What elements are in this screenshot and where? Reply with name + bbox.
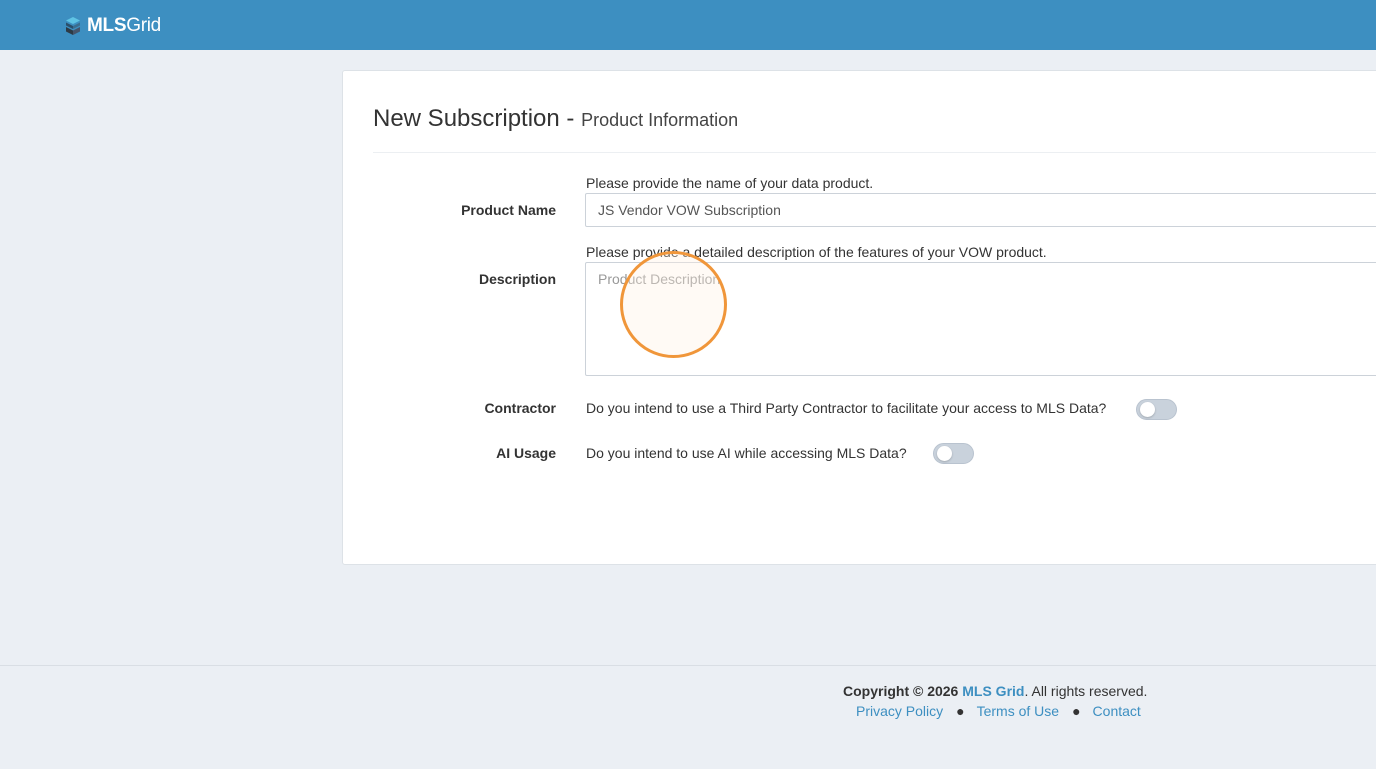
- mls-grid-link[interactable]: MLS Grid: [962, 683, 1024, 699]
- mlsgrid-logo[interactable]: MLSGrid: [64, 15, 161, 37]
- logo-text: MLSGrid: [87, 15, 161, 36]
- subscription-card: New Subscription - Product Information P…: [342, 70, 1376, 565]
- page-title-main: New Subscription -: [373, 105, 575, 132]
- toggle-knob: [937, 446, 952, 461]
- bullet-separator: ●: [956, 703, 965, 719]
- cube-stack-icon: [66, 17, 80, 35]
- copyright-text: Copyright © 2026 MLS Grid. All rights re…: [843, 683, 1148, 699]
- bullet-separator: ●: [1072, 703, 1081, 719]
- product-name-label: Product Name: [461, 202, 556, 218]
- terms-of-use-link[interactable]: Terms of Use: [977, 703, 1059, 719]
- contact-link[interactable]: Contact: [1093, 703, 1141, 719]
- product-name-help: Please provide the name of your data pro…: [586, 175, 874, 191]
- privacy-policy-link[interactable]: Privacy Policy: [856, 703, 943, 719]
- footer-links: Privacy Policy ● Terms of Use ● Contact: [856, 703, 1141, 719]
- contractor-label: Contractor: [484, 400, 556, 416]
- top-navbar: MLSGrid: [0, 0, 1376, 50]
- ai-usage-label: AI Usage: [496, 445, 556, 461]
- contractor-question: Do you intend to use a Third Party Contr…: [586, 400, 1107, 416]
- description-textarea[interactable]: [585, 262, 1376, 376]
- description-label: Description: [478, 271, 556, 287]
- ai-usage-toggle[interactable]: [933, 443, 974, 464]
- toggle-knob: [1140, 402, 1155, 417]
- page-subtitle: Product Information: [581, 110, 739, 130]
- contractor-toggle[interactable]: [1136, 399, 1177, 420]
- page-title: New Subscription - Product Information: [373, 105, 738, 133]
- title-divider: [373, 152, 1376, 153]
- ai-usage-question: Do you intend to use AI while accessing …: [586, 445, 907, 461]
- description-help: Please provide a detailed description of…: [586, 244, 1047, 260]
- footer-divider: [0, 665, 1376, 666]
- product-name-input[interactable]: [585, 193, 1376, 227]
